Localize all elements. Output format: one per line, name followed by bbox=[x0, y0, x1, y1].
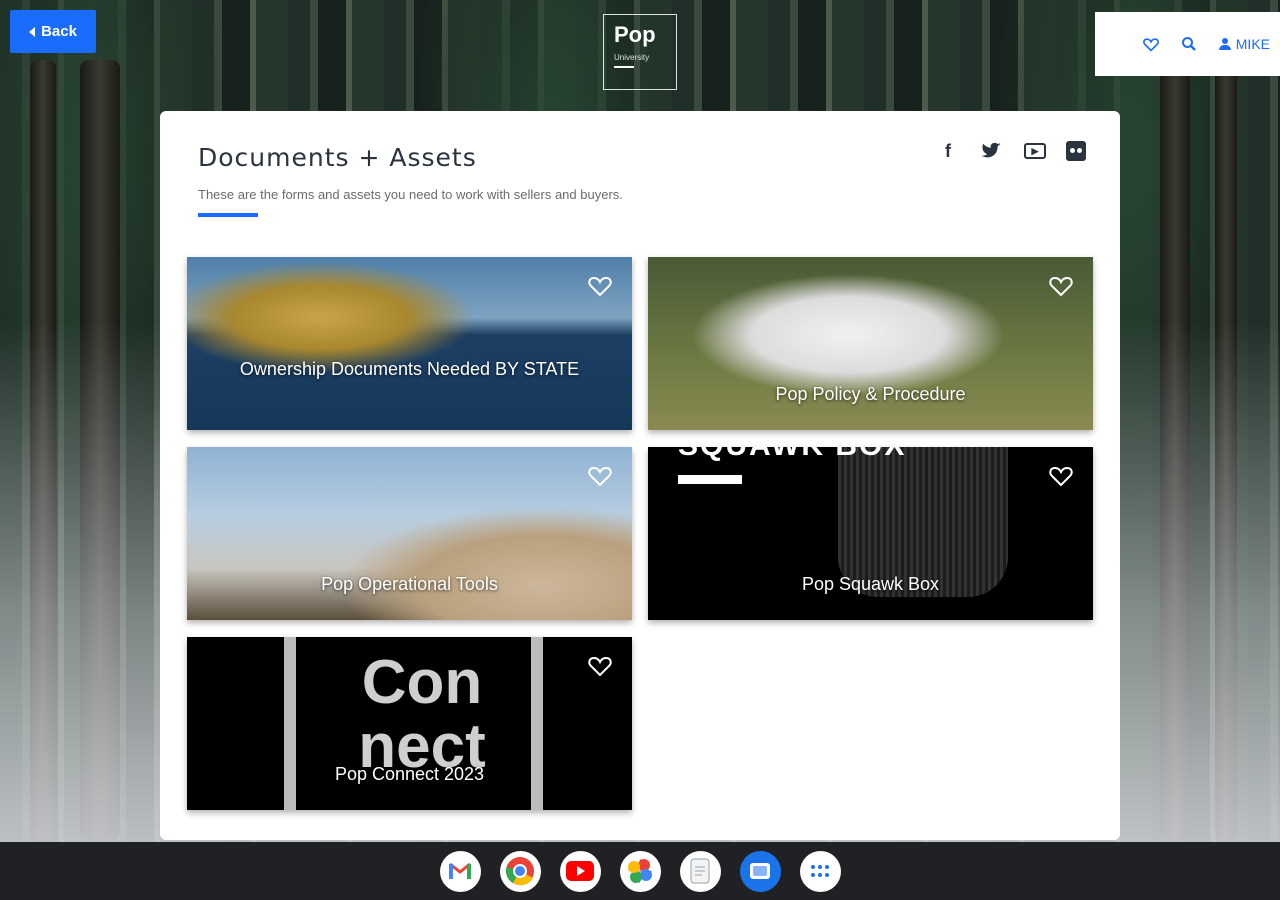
social-links: f ▶ bbox=[936, 139, 1086, 163]
twitter-icon[interactable] bbox=[980, 139, 1004, 163]
logo-subtitle: University bbox=[614, 53, 650, 62]
favorite-heart-icon[interactable] bbox=[1049, 465, 1073, 487]
page-subtitle: These are the forms and assets you need … bbox=[198, 187, 623, 202]
card-policy-procedure[interactable]: Pop Policy & Procedure bbox=[648, 257, 1093, 430]
flickr-icon[interactable] bbox=[1066, 141, 1086, 161]
messages-icon[interactable] bbox=[739, 850, 781, 892]
card-title: Ownership Documents Needed BY STATE bbox=[239, 359, 580, 379]
youtube-icon[interactable] bbox=[559, 850, 601, 892]
title-underline bbox=[198, 213, 258, 217]
card-title: Pop Squawk Box bbox=[801, 574, 940, 594]
back-button-label: Back bbox=[41, 23, 77, 40]
user-menu[interactable]: MIKE bbox=[1218, 36, 1270, 52]
top-right-toolbar: MIKE bbox=[1095, 12, 1280, 76]
youtube-icon[interactable]: ▶ bbox=[1024, 143, 1046, 159]
card-title: Pop Operational Tools bbox=[321, 574, 498, 594]
chevron-left-icon bbox=[29, 26, 36, 37]
card-image-text: SQUAWK BOX bbox=[678, 447, 906, 463]
favorite-heart-icon[interactable] bbox=[1049, 275, 1073, 297]
photos-icon[interactable] bbox=[619, 850, 661, 892]
user-name: MIKE bbox=[1235, 36, 1270, 52]
card-image-dash bbox=[678, 475, 742, 484]
gmail-icon[interactable] bbox=[439, 850, 481, 892]
app-launcher-icon[interactable] bbox=[799, 850, 841, 892]
heart-icon[interactable] bbox=[1142, 37, 1159, 52]
logo[interactable]: Pop University bbox=[603, 14, 677, 90]
user-icon bbox=[1218, 38, 1231, 50]
card-squawk-box[interactable]: SQUAWK BOX Pop Squawk Box bbox=[648, 447, 1093, 620]
favorite-heart-icon[interactable] bbox=[588, 465, 612, 487]
card-title: Pop Policy & Procedure bbox=[775, 384, 966, 404]
card-operational-tools[interactable]: Pop Operational Tools bbox=[187, 447, 632, 620]
os-shelf bbox=[0, 842, 1280, 900]
logo-bar bbox=[614, 66, 634, 68]
favorite-heart-icon[interactable] bbox=[588, 275, 612, 297]
facebook-icon[interactable]: f bbox=[936, 139, 960, 163]
card-image-text: Con nect bbox=[358, 648, 486, 781]
files-icon[interactable] bbox=[679, 850, 721, 892]
logo-title: Pop bbox=[614, 22, 656, 47]
documents-panel: Documents + Assets f ▶ These are the for… bbox=[160, 111, 1120, 840]
search-icon[interactable] bbox=[1181, 36, 1197, 52]
favorite-heart-icon[interactable] bbox=[588, 655, 612, 677]
page-title: Documents + Assets bbox=[198, 143, 477, 172]
card-title: Pop Connect 2023 bbox=[334, 764, 485, 784]
back-button[interactable]: Back bbox=[10, 10, 96, 53]
card-ownership-documents[interactable]: Ownership Documents Needed BY STATE bbox=[187, 257, 632, 430]
card-connect-2023[interactable]: Con nect Pop Connect 2023 bbox=[187, 637, 632, 810]
chrome-icon[interactable] bbox=[499, 850, 541, 892]
